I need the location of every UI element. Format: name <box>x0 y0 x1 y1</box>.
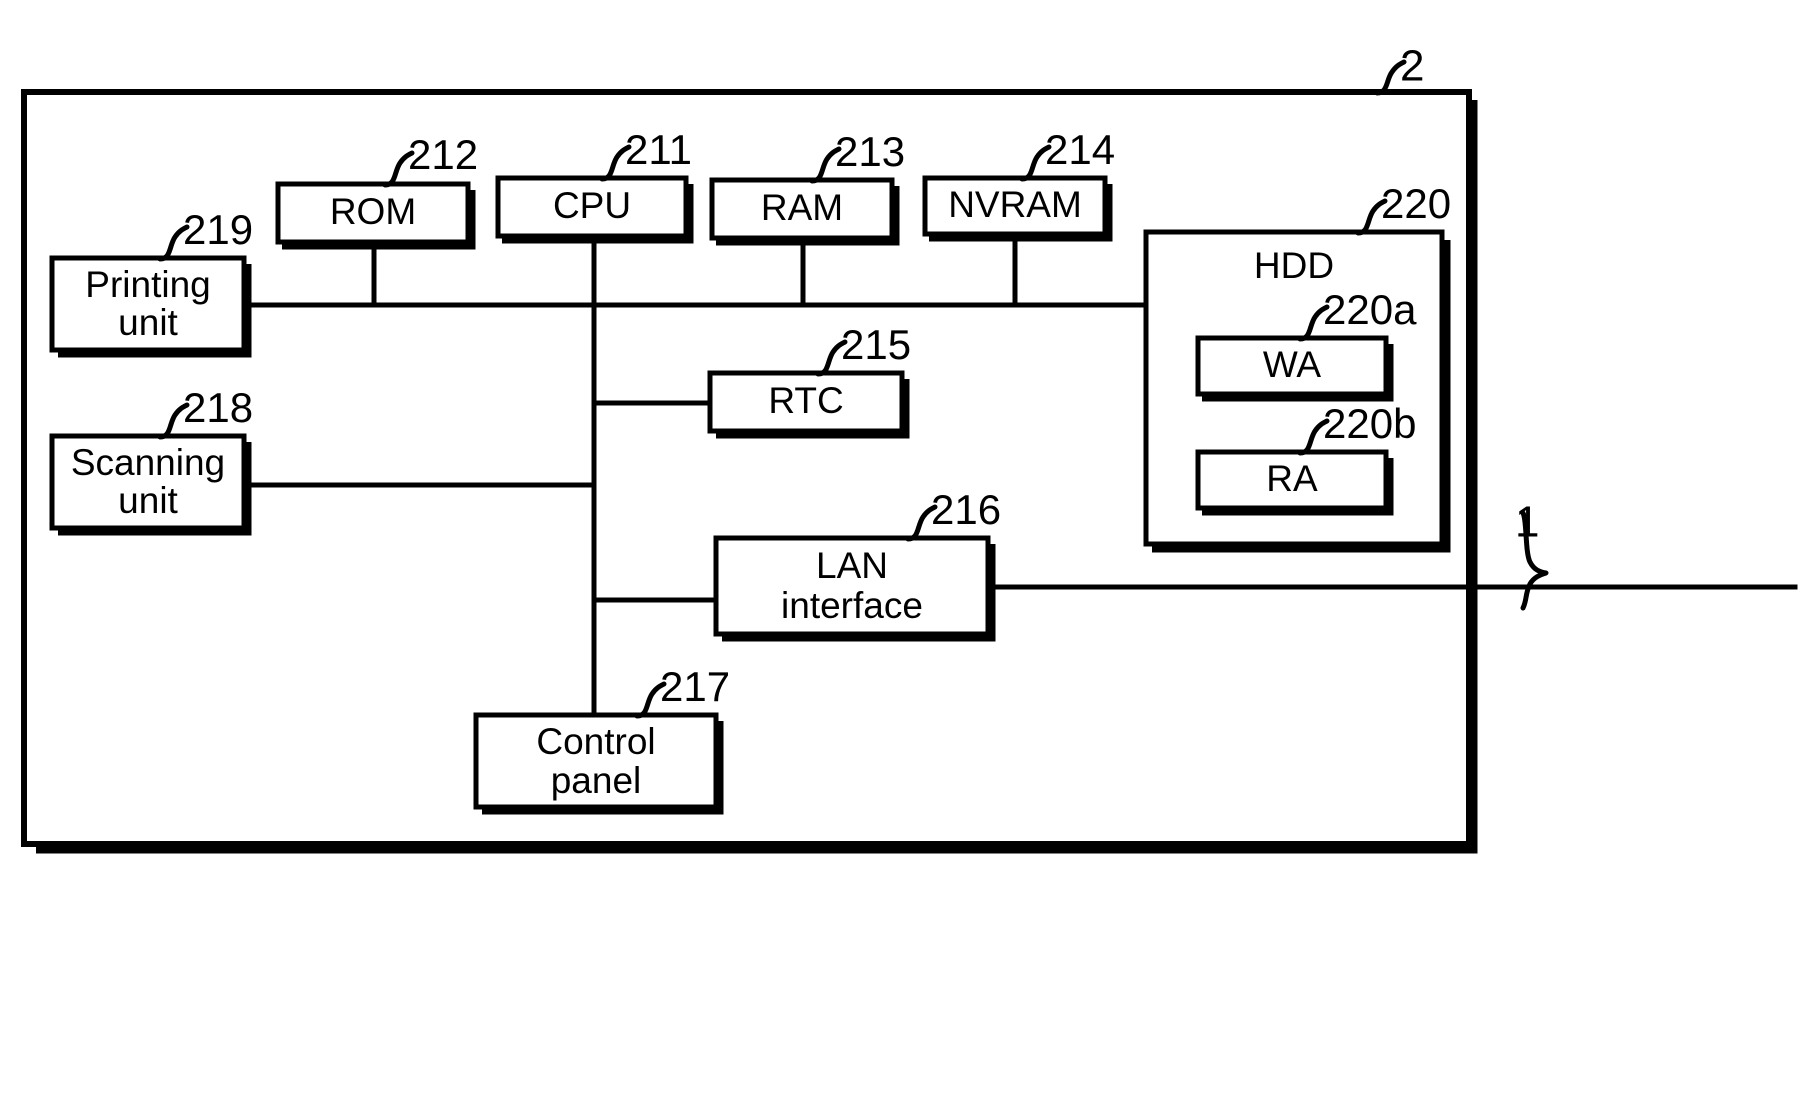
ref-214: 214 <box>1019 126 1115 182</box>
ref-label-device: 2 <box>1400 42 1424 91</box>
ref-label-cpu: 211 <box>625 126 692 173</box>
block-lan-interface[interactable]: LAN interface <box>713 535 996 642</box>
block-rtc[interactable]: RTC <box>707 370 910 439</box>
nvram-label: NVRAM <box>948 184 1082 225</box>
ref-213: 213 <box>809 128 905 184</box>
ref-215: 215 <box>815 321 911 377</box>
ref-label-control: 217 <box>660 663 730 710</box>
block-wa[interactable]: WA <box>1195 335 1394 402</box>
rom-label: ROM <box>330 191 416 232</box>
control-label-line1: Control <box>536 721 655 762</box>
ref-label-rom: 212 <box>408 131 478 178</box>
ref-label-printing: 219 <box>183 206 253 253</box>
block-rom[interactable]: ROM <box>275 181 476 250</box>
cpu-label: CPU <box>553 185 631 226</box>
block-nvram[interactable]: NVRAM <box>922 175 1113 242</box>
wa-label: WA <box>1263 344 1322 385</box>
ref-label-scanning: 218 <box>183 384 253 431</box>
ra-label: RA <box>1266 458 1318 499</box>
ref-label-rtc: 215 <box>841 321 911 368</box>
ref-label-ram: 213 <box>835 128 905 175</box>
printing-label-line2: unit <box>118 302 178 343</box>
ref-label-wa: 220a <box>1323 286 1417 333</box>
ref-217: 217 <box>634 663 730 719</box>
scanning-label-line1: Scanning <box>71 442 225 483</box>
ref-label-hdd: 220 <box>1381 180 1451 227</box>
block-scanning-unit[interactable]: Scanning unit <box>49 433 252 536</box>
ref-label-network: 1 <box>1515 498 1539 547</box>
ram-label: RAM <box>761 187 843 228</box>
lan-label-line2: interface <box>781 585 923 626</box>
ref-1-network: 1 <box>1515 498 1549 611</box>
ref-label-ra: 220b <box>1323 400 1416 447</box>
printing-label-line1: Printing <box>85 264 210 305</box>
block-diagram: 2 ROM 212 CPU 211 RAM 213 NVRAM 214 HDD … <box>21 42 1798 854</box>
control-label-line2: panel <box>551 760 642 801</box>
figure-canvas: 2 ROM 212 CPU 211 RAM 213 NVRAM 214 HDD … <box>0 0 1802 1100</box>
ref-212: 212 <box>382 131 478 188</box>
scanning-label-line2: unit <box>118 480 178 521</box>
ref-211: 211 <box>599 126 692 182</box>
block-ra[interactable]: RA <box>1195 449 1394 516</box>
ref-218: 218 <box>157 384 253 440</box>
block-printing-unit[interactable]: Printing unit <box>49 255 252 358</box>
rtc-label: RTC <box>768 380 843 421</box>
ref-label-nvram: 214 <box>1045 126 1115 173</box>
ref-label-lan: 216 <box>931 486 1001 533</box>
hdd-label: HDD <box>1254 245 1334 286</box>
ref-220: 220 <box>1355 180 1451 236</box>
ref-219: 219 <box>157 206 253 262</box>
ref-216: 216 <box>905 486 1001 542</box>
block-control-panel[interactable]: Control panel <box>473 712 724 815</box>
block-ram[interactable]: RAM <box>709 177 900 246</box>
spine-branches <box>243 400 1798 603</box>
lan-label-line1: LAN <box>816 545 888 586</box>
block-cpu[interactable]: CPU <box>495 175 694 244</box>
